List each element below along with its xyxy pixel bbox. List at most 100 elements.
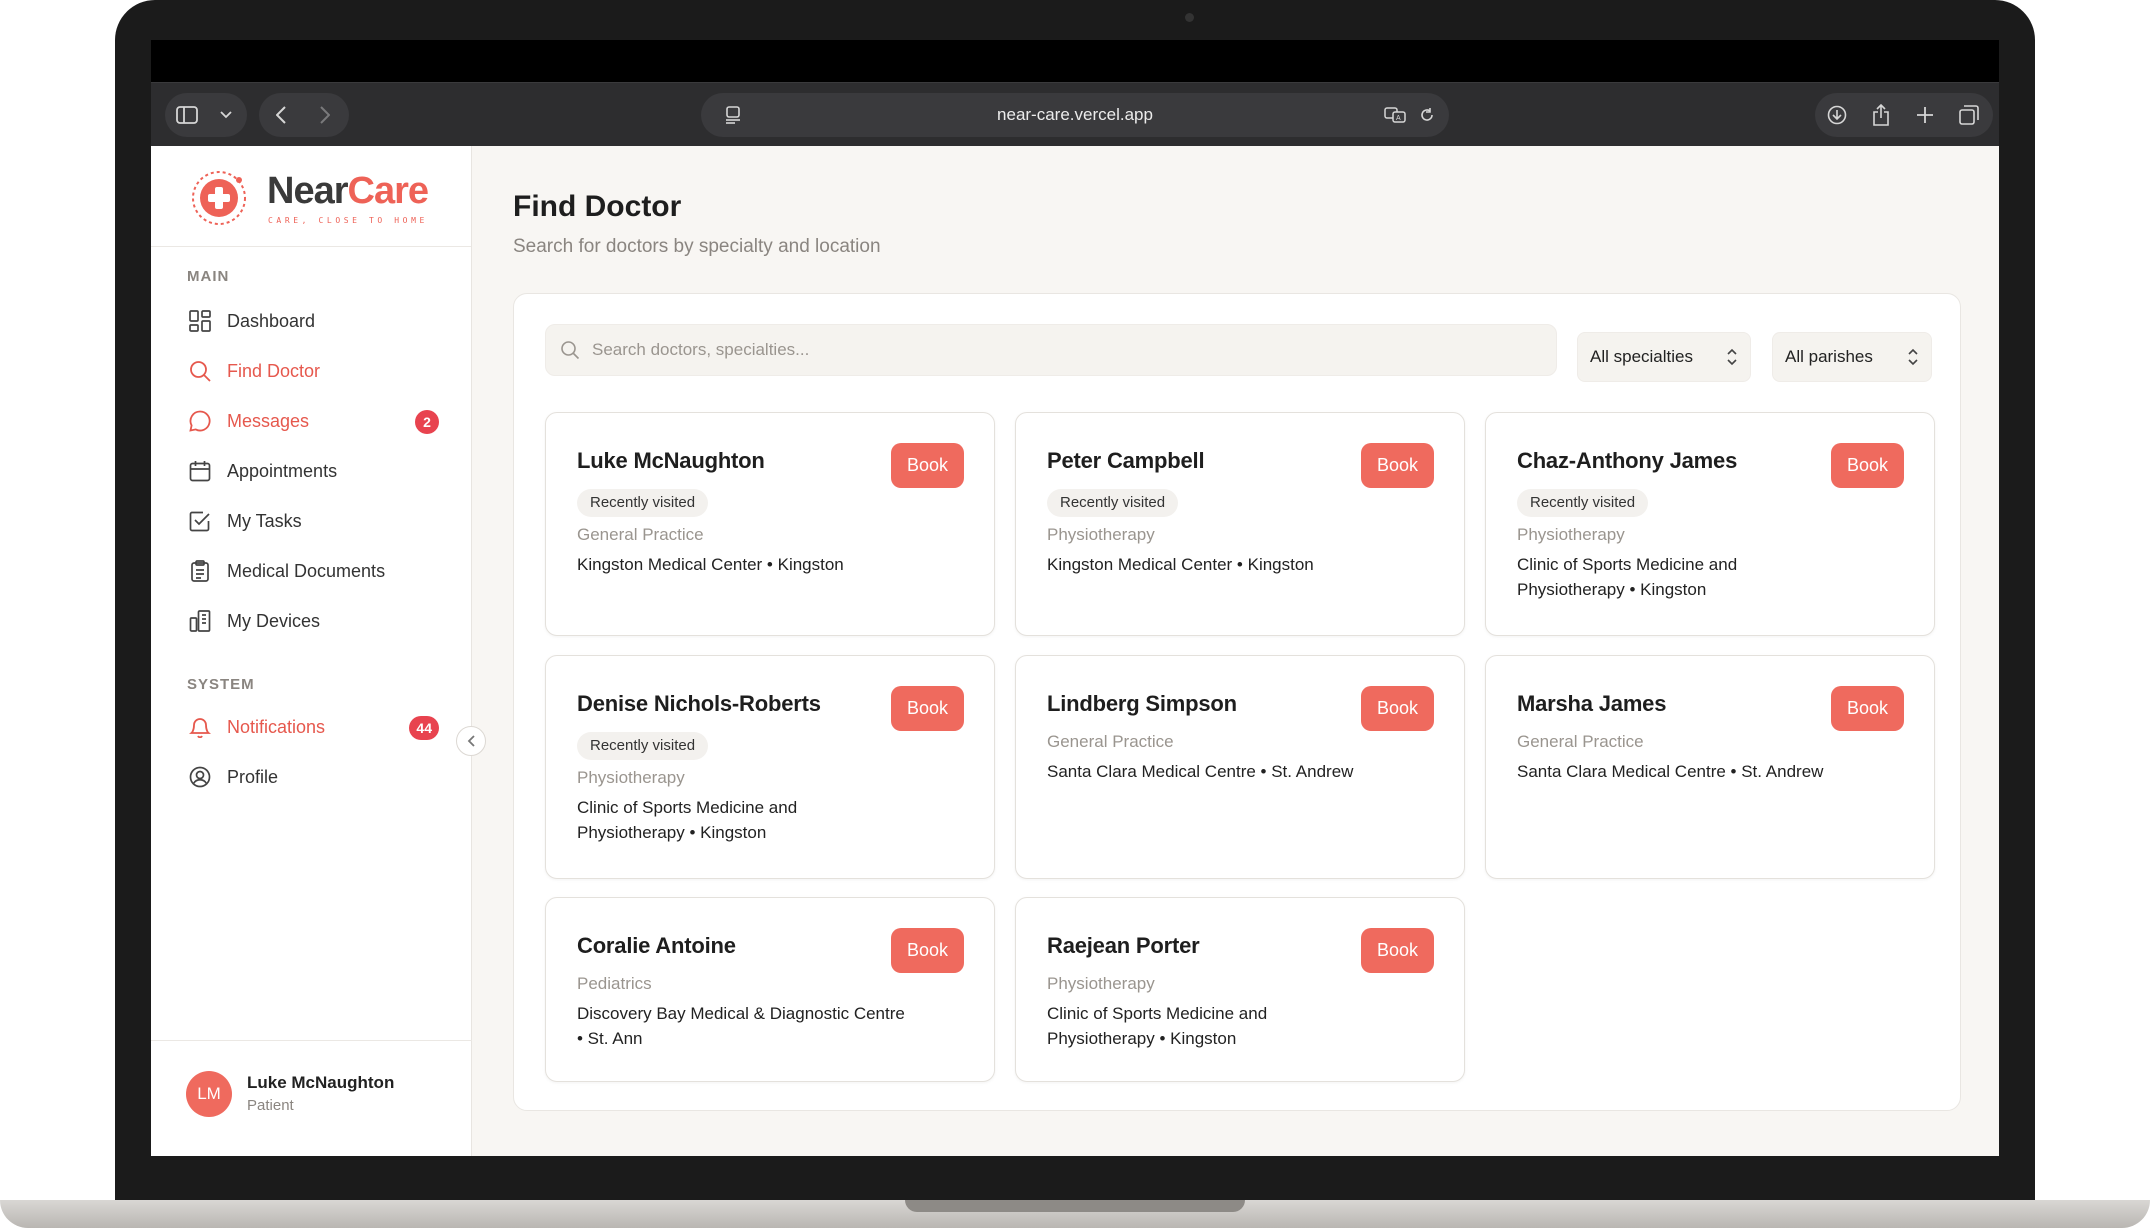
sidebar-toggle-group[interactable] bbox=[165, 93, 247, 137]
search-icon bbox=[187, 358, 213, 384]
doctor-card[interactable]: Denise Nichols-Roberts Book Recently vis… bbox=[545, 655, 995, 879]
doctor-card[interactable]: Lindberg Simpson Book General Practice S… bbox=[1015, 655, 1465, 879]
sidebar-item-messages[interactable]: Messages 2 bbox=[179, 399, 449, 443]
book-button[interactable]: Book bbox=[1831, 686, 1904, 731]
search-box[interactable] bbox=[545, 324, 1557, 376]
sidebar-item-label: Medical Documents bbox=[227, 560, 386, 581]
nav-group bbox=[259, 93, 349, 137]
reload-icon[interactable] bbox=[1411, 93, 1443, 137]
sidebar-item-label: Find Doctor bbox=[227, 360, 321, 381]
parish-select[interactable]: All parishes bbox=[1772, 332, 1932, 382]
message-icon bbox=[187, 408, 213, 434]
specialty-select-value: All specialties bbox=[1590, 347, 1693, 366]
doctor-specialty: Physiotherapy bbox=[1047, 974, 1155, 993]
recently-visited-badge: Recently visited bbox=[577, 732, 709, 760]
address-bar[interactable]: near-care.vercel.app A bbox=[701, 93, 1449, 137]
doctor-specialty: Physiotherapy bbox=[1047, 525, 1155, 544]
book-button[interactable]: Book bbox=[1361, 928, 1434, 973]
sidebar-item-label: Profile bbox=[227, 766, 279, 787]
doctor-specialty: Physiotherapy bbox=[577, 768, 685, 787]
calendar-icon bbox=[187, 458, 213, 484]
tabs-overview-icon[interactable] bbox=[1947, 93, 1991, 137]
parish-select-value: All parishes bbox=[1785, 347, 1873, 366]
doctor-location: Clinic of Sports Medicine and Physiother… bbox=[577, 798, 798, 842]
doctor-card[interactable]: Coralie Antoine Book Pediatrics Discover… bbox=[545, 897, 995, 1082]
translate-icon[interactable]: A bbox=[1379, 93, 1411, 137]
logo-cross-icon bbox=[192, 171, 246, 225]
forward-icon[interactable] bbox=[303, 93, 347, 137]
doctor-specialty: Physiotherapy bbox=[1517, 525, 1625, 544]
doctor-card[interactable]: Raejean Porter Book Physiotherapy Clinic… bbox=[1015, 897, 1465, 1082]
nav-section-main: MAIN bbox=[187, 268, 230, 285]
doctor-specialty: General Practice bbox=[577, 525, 704, 544]
messages-badge: 2 bbox=[415, 410, 439, 434]
sidebar-item-my-devices[interactable]: My Devices bbox=[179, 599, 449, 643]
doctor-card[interactable]: Luke McNaughton Book Recently visited Ge… bbox=[545, 412, 995, 636]
chevron-down-icon[interactable] bbox=[209, 93, 243, 137]
url-text[interactable]: near-care.vercel.app bbox=[701, 93, 1449, 137]
sidebar-item-medical-documents[interactable]: Medical Documents bbox=[179, 549, 449, 593]
device-icon bbox=[187, 608, 213, 634]
sidebar: NearCare CARE, CLOSE TO HOME MAIN Dashbo… bbox=[151, 146, 472, 1156]
user-circle-icon bbox=[187, 764, 213, 790]
doctor-name: Coralie Antoine bbox=[577, 933, 736, 958]
sidebar-toggle-icon[interactable] bbox=[165, 93, 209, 137]
share-icon[interactable] bbox=[1859, 93, 1903, 137]
screen: near-care.vercel.app A NearCare CARE, CL… bbox=[151, 40, 1999, 1156]
user-role: Patient bbox=[247, 1097, 294, 1114]
notifications-badge: 44 bbox=[409, 716, 439, 740]
laptop-notch bbox=[905, 1200, 1245, 1212]
book-button[interactable]: Book bbox=[1361, 686, 1434, 731]
doctor-card[interactable]: Peter Campbell Book Recently visited Phy… bbox=[1015, 412, 1465, 636]
sidebar-item-notifications[interactable]: Notifications 44 bbox=[179, 705, 449, 749]
sidebar-item-label: My Devices bbox=[227, 610, 321, 631]
doctor-name: Lindberg Simpson bbox=[1047, 691, 1237, 716]
camera bbox=[1185, 13, 1194, 22]
sidebar-item-appointments[interactable]: Appointments bbox=[179, 449, 449, 493]
sidebar-item-find-doctor[interactable]: Find Doctor bbox=[179, 349, 449, 393]
doctor-name: Luke McNaughton bbox=[577, 448, 765, 473]
new-tab-icon[interactable] bbox=[1903, 93, 1947, 137]
avatar: LM bbox=[186, 1071, 232, 1117]
book-button[interactable]: Book bbox=[891, 928, 964, 973]
sidebar-item-my-tasks[interactable]: My Tasks bbox=[179, 499, 449, 543]
sidebar-item-label: My Tasks bbox=[227, 510, 302, 531]
user-profile-card[interactable]: LM Luke McNaughton Patient bbox=[151, 1040, 472, 1156]
doctor-name: Denise Nichols-Roberts bbox=[577, 691, 821, 716]
recently-visited-badge: Recently visited bbox=[1517, 489, 1649, 517]
book-button[interactable]: Book bbox=[1361, 443, 1434, 488]
page-subtitle: Search for doctors by specialty and loca… bbox=[513, 236, 881, 257]
book-button[interactable]: Book bbox=[891, 686, 964, 731]
doctor-card[interactable]: Marsha James Book General Practice Santa… bbox=[1485, 655, 1935, 879]
book-button[interactable]: Book bbox=[1831, 443, 1904, 488]
doctor-search-panel: All specialties All parishes Luke McNaug… bbox=[513, 293, 1961, 1111]
doctor-name: Raejean Porter bbox=[1047, 933, 1200, 958]
bell-icon bbox=[187, 714, 213, 740]
svg-text:A: A bbox=[1396, 115, 1401, 122]
doctor-location: Kingston Medical Center • Kingston bbox=[1047, 555, 1314, 574]
dashboard-icon bbox=[187, 308, 213, 334]
app: NearCare CARE, CLOSE TO HOME MAIN Dashbo… bbox=[151, 146, 1999, 1156]
browser-toolbar: near-care.vercel.app A bbox=[151, 82, 1999, 146]
doctor-location: Clinic of Sports Medicine and Physiother… bbox=[1517, 555, 1738, 599]
check-square-icon bbox=[187, 508, 213, 534]
doctor-name: Marsha James bbox=[1517, 691, 1667, 716]
doctor-card[interactable]: Chaz-Anthony James Book Recently visited… bbox=[1485, 412, 1935, 636]
search-input[interactable] bbox=[592, 325, 1532, 375]
doctor-location: Santa Clara Medical Centre • St. Andrew bbox=[1517, 762, 1824, 781]
sidebar-item-profile[interactable]: Profile bbox=[179, 755, 449, 799]
doctor-specialty: Pediatrics bbox=[577, 974, 652, 993]
sidebar-collapse-button[interactable] bbox=[456, 726, 486, 756]
doctor-specialty: General Practice bbox=[1517, 732, 1644, 751]
doctor-location: Discovery Bay Medical & Diagnostic Centr… bbox=[577, 1004, 905, 1048]
back-icon[interactable] bbox=[259, 93, 303, 137]
book-button[interactable]: Book bbox=[891, 443, 964, 488]
sidebar-item-dashboard[interactable]: Dashboard bbox=[179, 299, 449, 343]
download-icon[interactable] bbox=[1815, 93, 1859, 137]
specialty-select[interactable]: All specialties bbox=[1577, 332, 1751, 382]
logo[interactable]: NearCare CARE, CLOSE TO HOME bbox=[151, 146, 471, 247]
search-icon bbox=[561, 341, 580, 360]
sidebar-item-label: Appointments bbox=[227, 460, 338, 481]
nav-section-system: SYSTEM bbox=[187, 676, 255, 693]
doctor-specialty: General Practice bbox=[1047, 732, 1174, 751]
